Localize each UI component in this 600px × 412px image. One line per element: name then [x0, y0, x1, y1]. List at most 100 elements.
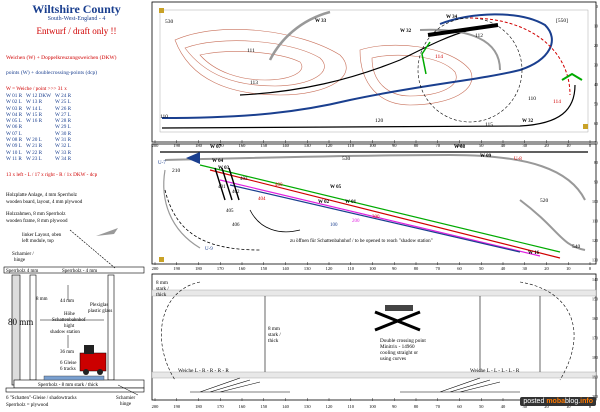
ruler-label: 50: [479, 266, 484, 271]
level-label: 530: [342, 156, 351, 162]
ruler-label: 200: [152, 266, 160, 271]
ruler-label: 150: [260, 143, 268, 148]
turnout-label: W 08: [454, 145, 466, 150]
hinge-arrow-icon: [96, 228, 118, 236]
ruler-label: 150: [260, 404, 268, 409]
cs-label: Schattenbahnhof: [52, 318, 86, 323]
level-label: 520: [540, 198, 549, 204]
level-label: [550]: [556, 18, 568, 24]
module-bottom: [151, 273, 597, 401]
level-label: 115: [485, 122, 493, 128]
ruler-label: 130: [304, 404, 312, 409]
ruler-label: 150: [592, 297, 598, 302]
ruler-label: 160: [239, 143, 247, 148]
thickness-label: thick: [268, 338, 279, 344]
cs-label: Plexiglas: [90, 303, 108, 308]
ruler-label: 80: [414, 404, 419, 409]
ruler-label: 110: [347, 404, 354, 409]
ruler-label: 140: [282, 266, 290, 271]
ruler-label: 160: [239, 404, 247, 409]
cs-label: 6 Gleise: [60, 361, 77, 366]
level-label: 110: [160, 114, 168, 120]
ruler-label: 50: [479, 404, 484, 409]
ruler-label: 70: [436, 143, 441, 148]
open-shadow-note: zu öffnen für Schattenbahnhof / to be op…: [290, 239, 433, 244]
layout-diagram: 200 190 180 170 160 150 140 130 120 110 100 90 80 70 6…: [3, 1, 598, 409]
cs-label: shadow station: [50, 330, 80, 335]
cs-label: Sperrholz 4 mm: [6, 269, 38, 274]
level-label: 120: [375, 118, 384, 124]
ruler-label: 90: [392, 143, 397, 148]
track-number: U-9: [205, 247, 213, 252]
ruler-label: 40: [594, 82, 598, 87]
ruler-label: 180: [592, 355, 598, 360]
track-number: U-8: [514, 157, 522, 162]
ruler-label: 190: [592, 375, 598, 380]
ruler-label: 10: [566, 266, 571, 271]
ruler-label: 180: [195, 143, 203, 148]
thickness-label: thick: [156, 292, 167, 298]
ruler-label: 90: [392, 266, 397, 271]
ruler-label: 180: [195, 404, 203, 409]
turnout-label: W 32: [400, 29, 412, 34]
ruler-label: 0: [596, 4, 598, 9]
cs-label: plastic glass: [88, 309, 112, 314]
ruler-label: 130: [592, 258, 598, 263]
level-label: 112: [475, 33, 483, 39]
ruler-label: 180: [195, 266, 203, 271]
ruler-label: 80: [414, 143, 419, 148]
ruler-label: 100: [369, 143, 377, 148]
turnout-label: W 09: [480, 154, 492, 159]
ruler-label: 50: [594, 102, 598, 107]
cs-label: 44 mm: [60, 299, 74, 304]
ruler-label: 30: [523, 266, 528, 271]
turnout-label: W 01: [345, 200, 357, 205]
ruler-label: 130: [304, 266, 312, 271]
cs-label: Scharnier: [116, 396, 135, 401]
ruler-label: 120: [592, 238, 598, 243]
ruler-label: 140: [282, 404, 290, 409]
turnout-label: W 34: [446, 15, 458, 20]
ruler-label: 40: [501, 143, 506, 148]
turnout-label: W 05: [330, 185, 342, 190]
track-number: 400: [275, 183, 283, 188]
level-label: 113: [250, 80, 258, 86]
watermark-pre: posted: [523, 398, 545, 405]
level-label: 110: [528, 96, 536, 102]
level-label: 540: [572, 244, 581, 250]
level-label: 114: [435, 54, 443, 60]
cs-label: Sperrholz - 4 mm: [62, 269, 97, 274]
ruler-label: 40: [501, 266, 506, 271]
ruler-label: 90: [392, 404, 397, 409]
level-label: 111: [247, 48, 255, 54]
ruler-label: 20: [544, 143, 549, 148]
turnout-label: W 02: [318, 200, 330, 205]
ruler-label: 120: [326, 143, 334, 148]
ruler-label: 140: [282, 143, 290, 148]
watermark: posted mobablog.info: [520, 397, 596, 406]
level-label: 114: [553, 99, 561, 105]
ruler-label: 70: [594, 141, 598, 146]
weiche-right-label: Weiche L - L - L - L - R: [470, 368, 520, 374]
ruler-label: 200: [152, 404, 160, 409]
ruler-label: 120: [326, 404, 334, 409]
ruler-label: 200: [152, 143, 160, 148]
ruler-label: 60: [457, 266, 462, 271]
cs-label: hight: [64, 324, 75, 329]
track-number: 405: [226, 209, 234, 214]
turnout-label: W 32: [522, 119, 534, 124]
cs-label: hinge: [120, 402, 132, 407]
ruler-label: 30: [594, 63, 598, 68]
ruler-label: 60: [457, 404, 462, 409]
track-number: 300: [372, 215, 380, 220]
cs-label: 36 mm: [60, 350, 74, 355]
ruler-label: 170: [217, 266, 225, 271]
watermark-brand: moba: [546, 398, 565, 405]
cs-label: 8 mm: [36, 297, 48, 302]
ruler-label: 40: [501, 404, 506, 409]
cs-label: Höhe: [64, 312, 76, 317]
track-number: 100: [330, 223, 338, 228]
ruler-label: 170: [217, 404, 225, 409]
ruler-label: 50: [479, 143, 484, 148]
track-number: 406: [232, 223, 240, 228]
